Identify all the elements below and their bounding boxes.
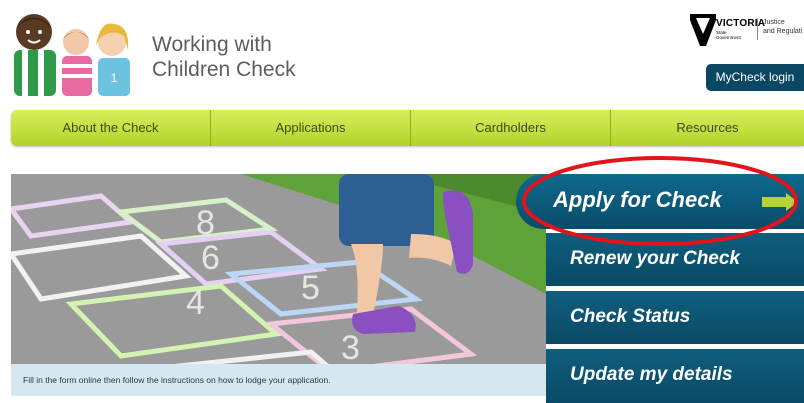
government-label: Government: [716, 35, 741, 40]
nav-resources[interactable]: Resources: [611, 110, 804, 146]
svg-text:5: 5: [301, 269, 320, 307]
action-panel: Apply for Check Renew your Check Check S…: [516, 174, 804, 403]
svg-text:6: 6: [201, 239, 220, 277]
apply-for-check-label: Apply for Check: [553, 187, 722, 212]
site-title-line1: Working with: [152, 33, 272, 56]
check-status-button[interactable]: Check Status: [546, 291, 804, 344]
main-nav: About the Check Applications Cardholders…: [11, 110, 804, 146]
logo-divider: [757, 18, 758, 40]
department-label: Justice and Regulati: [763, 18, 802, 36]
hero-caption: Fill in the form online then follow the …: [11, 364, 546, 396]
victoria-government-logo[interactable]: VICTORIA State Government Justice and Re…: [690, 12, 804, 50]
state-government-label: State Government: [716, 30, 741, 40]
children-logo[interactable]: 1: [4, 6, 138, 96]
renew-check-button[interactable]: Renew your Check: [546, 233, 804, 286]
mycheck-login-button[interactable]: MyCheck login: [706, 64, 804, 91]
check-status-label: Check Status: [570, 306, 691, 327]
site-title: Working with Children Check: [152, 32, 296, 82]
svg-text:1: 1: [111, 71, 118, 85]
svg-text:4: 4: [186, 284, 205, 322]
apply-for-check-button[interactable]: Apply for Check: [516, 174, 804, 229]
department-line2: and Regulati: [763, 28, 803, 35]
nav-cardholders[interactable]: Cardholders: [411, 110, 611, 146]
arrow-right-icon: [762, 193, 798, 211]
update-details-button[interactable]: Update my details: [546, 349, 804, 403]
victoria-mark-icon: [690, 14, 716, 46]
nav-about-the-check[interactable]: About the Check: [11, 110, 211, 146]
nav-applications[interactable]: Applications: [211, 110, 411, 146]
update-details-label: Update my details: [570, 364, 733, 385]
hero-image: 8 5 4 6 3: [11, 174, 546, 395]
site-title-line2: Children Check: [152, 58, 296, 81]
svg-text:8: 8: [196, 204, 215, 242]
renew-check-label: Renew your Check: [570, 248, 740, 269]
svg-text:3: 3: [341, 329, 360, 367]
department-line1: Justice: [763, 19, 785, 26]
